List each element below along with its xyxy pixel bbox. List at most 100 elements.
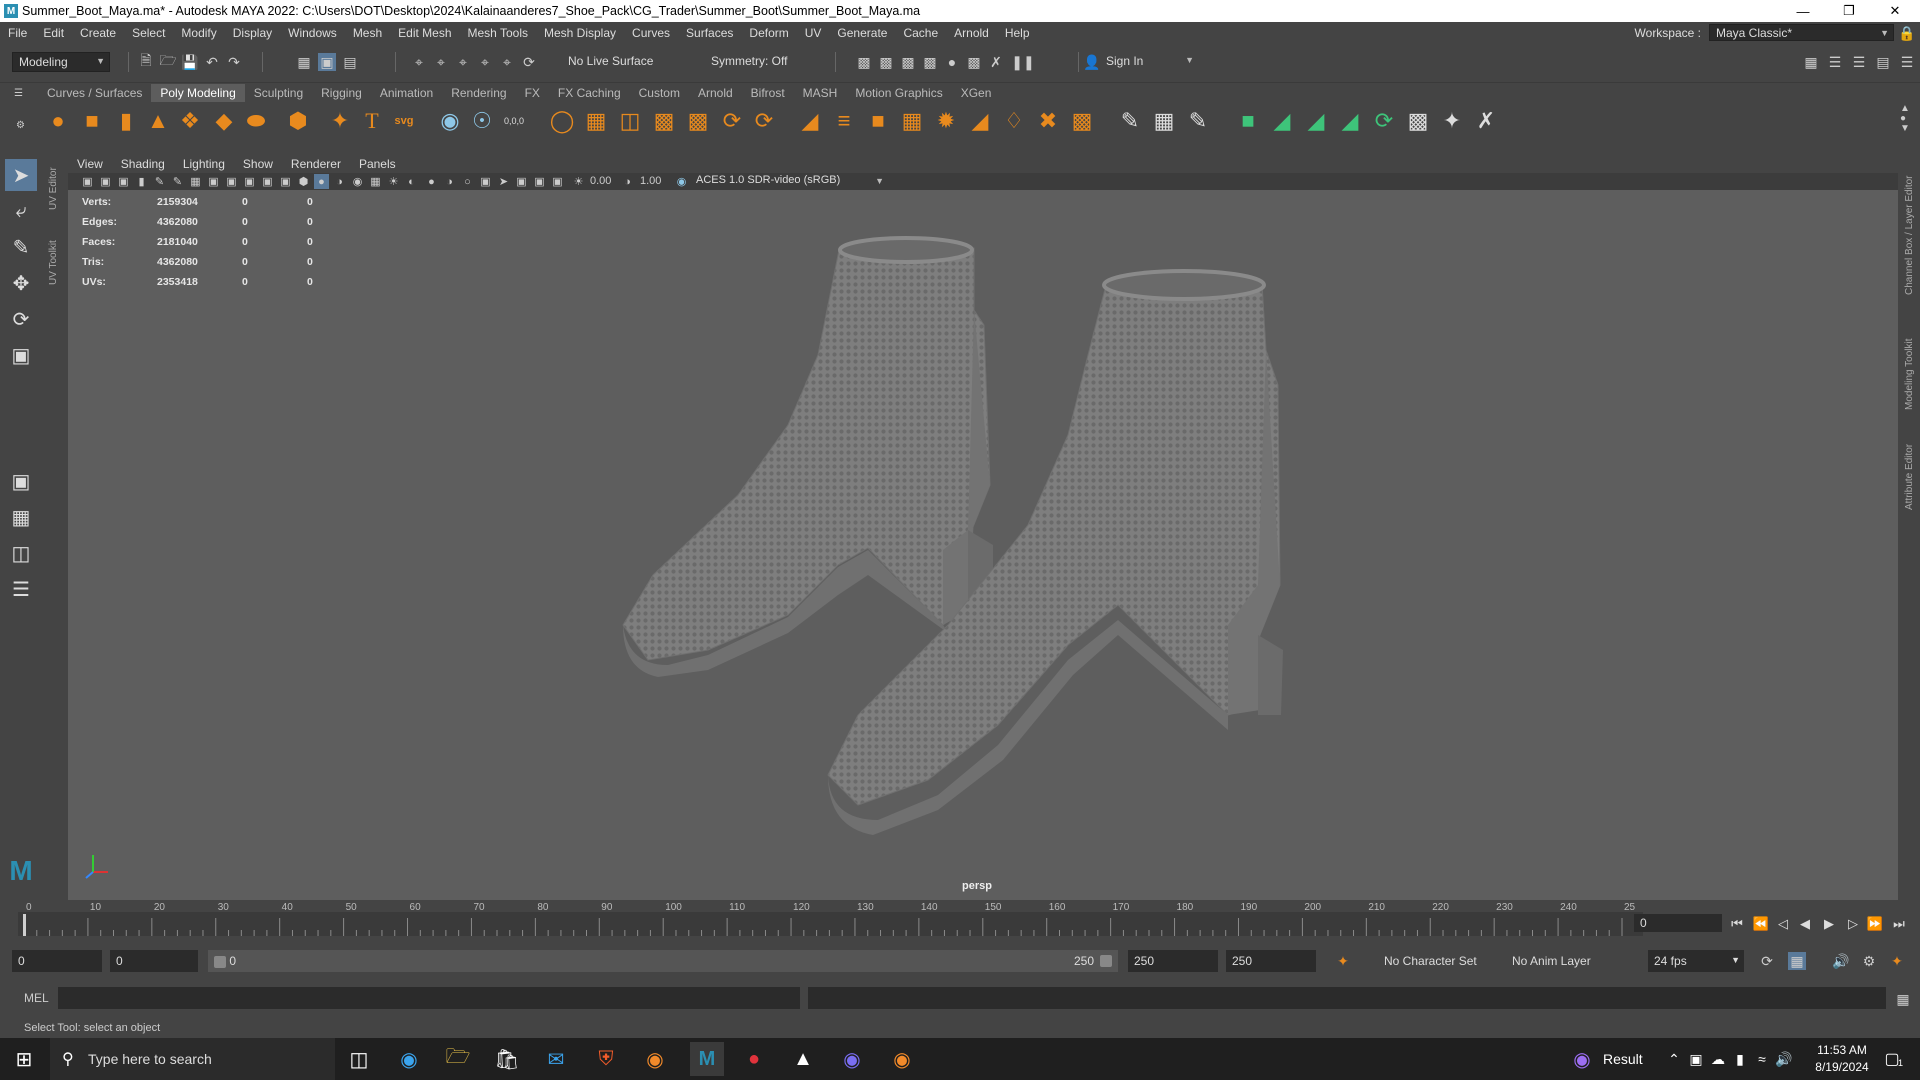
clock-time[interactable]: 11:53 AM [1812,1043,1872,1057]
menu-set-dropdown[interactable]: Modeling ▼ [12,52,110,72]
task-view-icon[interactable]: ◫ [345,1045,373,1073]
range-slider[interactable]: 0 250 [208,950,1118,972]
sign-in-button[interactable]: Sign In ▼ [1100,52,1198,72]
gamma-value[interactable]: 1.00 [640,175,661,187]
fps-dropdown[interactable]: 24 fps ▼ [1648,950,1744,972]
single-perspective-view-icon[interactable]: ▣ [5,465,37,497]
volume-icon[interactable]: 🔊 [1770,1045,1798,1073]
minimize-button[interactable]: — [1780,0,1826,22]
bevel-icon[interactable]: ■ [864,107,892,135]
viewport-menu-shading[interactable]: Shading [112,157,174,171]
shelf-scroll-icon[interactable]: ▲ ● ▼ [1900,104,1910,134]
left-boot[interactable] [622,236,993,677]
anti-aliasing-icon[interactable]: ○ [460,174,475,189]
anim-layer-dropdown[interactable]: No Anim Layer [1506,950,1636,972]
playback-start-field[interactable]: 0 [110,950,198,972]
depth-of-field-icon[interactable]: ▣ [478,174,493,189]
combine-icon[interactable]: ◯ [548,107,576,135]
script-editor-icon[interactable]: ▦ [1894,990,1912,1008]
tab-fx-caching[interactable]: FX Caching [549,84,630,102]
file-explorer-icon[interactable]: 🗁 [444,1045,472,1073]
tab-sculpting[interactable]: Sculpting [245,84,312,102]
tab-poly-modeling[interactable]: Poly Modeling [151,84,245,102]
poly-cone-icon[interactable]: ▲ [144,107,172,135]
view-transform-dropdown[interactable]: ACES 1.0 SDR-video (sRGB) ▼ [692,173,888,190]
viewport-menu-show[interactable]: Show [234,157,282,171]
image-plane-icon[interactable]: ▮ [134,174,149,189]
menu-deform[interactable]: Deform [741,26,796,40]
modeling-toolkit-tab[interactable]: Modeling Toolkit [1904,338,1915,410]
tab-arnold[interactable]: Arnold [689,84,742,102]
uv-editor-icon[interactable]: ■ [1234,107,1262,135]
menu-mesh-display[interactable]: Mesh Display [536,26,624,40]
open-scene-icon[interactable]: 🗁 [159,52,177,71]
timeline-ruler[interactable]: 0 10 20 30 40 50 60 70 80 90 100 110 120 130 140 150 160… [18,900,1643,940]
persp-outliner-icon[interactable]: ◫ [5,537,37,569]
tab-mash[interactable]: MASH [794,84,847,102]
mel-label[interactable]: MEL [24,991,49,1005]
color-management-icon[interactable]: ◉ [674,174,689,189]
range-handle-right[interactable] [1100,955,1112,967]
grid-icon[interactable]: ▦ [188,174,203,189]
layout-uv-icon[interactable]: ▩ [1404,107,1432,135]
automatic-map-icon[interactable]: ⟳ [1370,107,1398,135]
smooth-icon[interactable]: ▩ [650,107,678,135]
viewport-menu-panels[interactable]: Panels [350,157,405,171]
taskbar-search-box[interactable]: ⚲ Type here to search [50,1038,335,1080]
remesh-icon[interactable]: ⟳ [718,107,746,135]
arnold-render-icon[interactable]: ✗ [987,53,1005,71]
spherical-map-icon[interactable]: ◢ [1336,107,1364,135]
xray-icon[interactable]: ▣ [514,174,529,189]
bookmark-icon[interactable]: ▣ [116,174,131,189]
fill-hole-icon[interactable]: ▦ [898,107,926,135]
tab-xgen[interactable]: XGen [952,84,1001,102]
platonic-solid-icon[interactable]: ⬢ [284,107,312,135]
attribute-editor-tab[interactable]: Attribute Editor [1904,444,1915,510]
lights-icon[interactable]: ☀ [386,174,401,189]
scale-tool-icon[interactable]: ▣ [5,339,37,371]
symmetry-dropdown[interactable]: Symmetry: Off [705,52,815,72]
select-hierarchy-icon[interactable]: ▦ [295,53,313,71]
weather-text[interactable]: Result [1603,1051,1643,1067]
viewport-menu-view[interactable]: View [68,157,112,171]
wireframe-on-shaded-icon[interactable]: ◉ [350,174,365,189]
blender-icon[interactable]: ◉ [641,1045,669,1073]
boolean-icon[interactable]: ▩ [684,107,712,135]
layer-editor-icon[interactable]: ☰ [1898,53,1916,71]
collapse-icon[interactable]: ✖ [1034,107,1062,135]
clock-date[interactable]: 8/19/2024 [1812,1060,1872,1074]
animation-preferences-icon[interactable]: ⚙ [1860,952,1878,970]
poly-disc-icon[interactable]: ⬬ [242,107,270,135]
windows-start-icon[interactable]: ⊞ [10,1045,38,1073]
menu-mesh-tools[interactable]: Mesh Tools [460,26,536,40]
type-tool-icon[interactable]: T [358,107,386,135]
select-component-icon[interactable]: ▤ [341,53,359,71]
camera-attributes-icon[interactable]: ▣ [98,174,113,189]
viewport-menu-renderer[interactable]: Renderer [282,157,350,171]
motion-blur-icon[interactable]: ◑ [442,174,457,189]
ipr-render-icon[interactable]: ▩ [965,53,983,71]
pause-icon[interactable]: ❚❚ [1011,53,1034,71]
step-forward-frame-icon[interactable]: ▷ [1844,915,1862,933]
resolution-gate-icon[interactable]: ▣ [224,174,239,189]
save-scene-icon[interactable]: 💾 [181,53,199,71]
mail-icon[interactable]: ✉ [542,1045,570,1073]
redo-icon[interactable]: ↷ [225,53,243,71]
extract-icon[interactable]: ◫ [616,107,644,135]
wedge-icon[interactable]: ♢ [1000,107,1028,135]
grease-pencil-icon[interactable]: ✎ [170,174,185,189]
xray-components-icon[interactable]: ▣ [550,174,565,189]
channel-box-icon[interactable]: ▤ [1874,53,1892,71]
mesh-select-icon[interactable]: ☉ [468,107,496,135]
timeline-track[interactable] [18,912,1643,936]
append-polygon-icon[interactable]: ✹ [932,107,960,135]
sound-icon[interactable]: 🔊 [1832,952,1850,970]
channel-box-tab[interactable]: Channel Box / Layer Editor [1904,175,1915,295]
brave-browser-icon[interactable]: ⛨ [592,1045,620,1073]
smooth-shade-icon[interactable]: ● [314,174,329,189]
maya-taskbar-icon[interactable]: M [690,1042,724,1076]
wireframe-icon[interactable]: ⬢ [296,174,311,189]
bridge-icon[interactable]: ≡ [830,107,858,135]
step-back-frame-icon[interactable]: ◁ [1774,915,1792,933]
cache-playback-icon[interactable]: ▦ [1788,952,1806,970]
